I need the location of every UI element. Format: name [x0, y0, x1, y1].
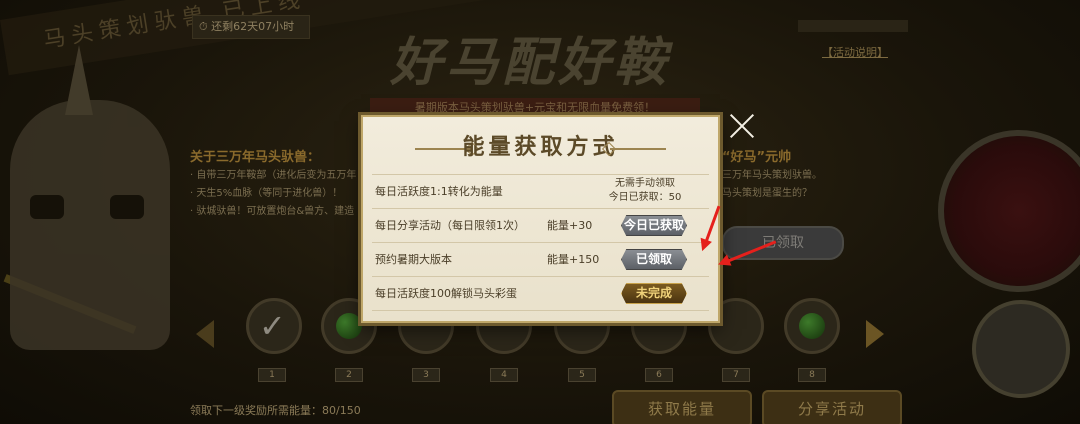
reward-orb-icon: [799, 313, 825, 339]
right-panel-heading: “好马”元帅: [722, 150, 792, 165]
event-title: 好马配好鞍: [390, 32, 671, 93]
countdown-text: 还剩62天07小时: [211, 20, 295, 33]
milestone-number: 6: [645, 368, 673, 382]
reward-orb-icon: [336, 313, 362, 339]
title-ornament-right: [610, 148, 666, 150]
milestone-slot[interactable]: [784, 298, 840, 354]
obtained-today-button[interactable]: 今日已获取: [621, 215, 687, 236]
milestone-number: 7: [722, 368, 750, 382]
mascot-eye-left: [30, 195, 64, 219]
top-button-2[interactable]: [846, 20, 908, 32]
energy-source-list: 每日活跃度1:1转化为能量 无需手动领取 今日已获取：50 每日分享活动（每日限…: [372, 174, 709, 311]
left-panel-line: · 驮城驮兽！可放置炮台&兽方、建造: [190, 206, 355, 217]
countdown-timer: ⏱ 还剩62天07小时: [192, 15, 310, 39]
left-panel-heading: 关于三万年马头驮兽：: [190, 150, 321, 165]
energy-reward: 能量+30: [547, 219, 593, 232]
auto-claim-status: 无需手动领取 今日已获取：50: [605, 177, 685, 205]
get-energy-button[interactable]: 获取能量: [612, 390, 752, 424]
auto-claim-note: 无需手动领取: [615, 178, 675, 189]
arrow-left-icon[interactable]: [196, 320, 214, 348]
milestone-number: 5: [568, 368, 596, 382]
list-item: 每日活跃度1:1转化为能量 无需手动领取 今日已获取：50: [372, 174, 709, 208]
milestone-number: 1: [258, 368, 286, 382]
milestone-number: 4: [490, 368, 518, 382]
milestone-number: 2: [335, 368, 363, 382]
rules-link[interactable]: 【活动说明】: [822, 44, 888, 60]
share-event-button[interactable]: 分享活动: [762, 390, 902, 424]
clock-icon: ⏱: [199, 20, 212, 33]
unicorn-mascot: [10, 45, 170, 350]
source-label: 每日活跃度100解锁马头彩蛋: [375, 287, 517, 300]
left-panel-line: · 天生5%血脉（等同于进化兽）！: [190, 188, 343, 199]
milestone-slot[interactable]: ✓: [246, 298, 302, 354]
source-label: 每日活跃度1:1转化为能量: [375, 185, 503, 198]
right-panel-line: 马头策划是蛋生的？: [722, 188, 812, 199]
today-obtained: 今日已获取：50: [608, 192, 682, 203]
list-item: 每日活跃度100解锁马头彩蛋 未完成: [372, 276, 709, 311]
claimed-button[interactable]: 已领取: [621, 249, 687, 270]
close-icon[interactable]: [728, 112, 756, 140]
list-item: 每日分享活动（每日限领1次） 能量+30 今日已获取: [372, 208, 709, 242]
milestone-number: 8: [798, 368, 826, 382]
plate-decoration: [972, 300, 1070, 398]
source-label: 每日分享活动（每日限领1次）: [375, 219, 525, 232]
incomplete-button[interactable]: 未完成: [621, 283, 687, 304]
mascot-eye-right: [110, 195, 144, 219]
list-item: 预约暑期大版本 能量+150 已领取: [372, 242, 709, 276]
dialog-title: 能量获取方式: [462, 134, 619, 160]
unicorn-horn: [65, 45, 93, 115]
dialog-header: 能量获取方式: [363, 117, 718, 173]
milestone-number: 3: [412, 368, 440, 382]
right-panel-line: 三万年马头策划驮兽。: [722, 170, 822, 181]
check-icon: ✓: [259, 307, 286, 345]
energy-reward: 能量+150: [547, 253, 600, 266]
sushi-decoration: [938, 130, 1080, 292]
source-label: 预约暑期大版本: [375, 253, 452, 266]
left-panel-line: · 自带三万年鞍部（进化后变为五万年: [190, 170, 357, 181]
energy-sources-dialog: 能量获取方式 每日活跃度1:1转化为能量 无需手动领取 今日已获取：50 每日分…: [361, 115, 720, 323]
energy-requirement: 领取下一级奖励所需能量：80/150: [190, 404, 361, 417]
arrow-right-icon[interactable]: [866, 320, 884, 348]
